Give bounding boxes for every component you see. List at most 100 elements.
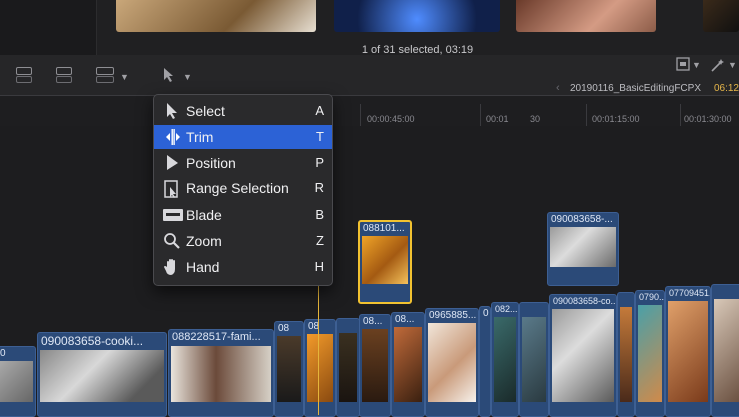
primary-clip[interactable]: 0 [479, 306, 491, 417]
menu-item-shortcut: B [315, 207, 324, 222]
connected-clip-selected[interactable]: 088101... [358, 220, 412, 304]
clip-thumbnail [307, 334, 333, 402]
clip-title: 090083658-co... [553, 296, 617, 306]
clip-title: 088101... [363, 223, 405, 234]
tool-menu: Select A Trim T Position P Range Selecti… [153, 94, 333, 286]
clip-thumbnail [40, 350, 164, 402]
tool-menu-item-range-selection[interactable]: Range Selection R [154, 176, 332, 200]
clip-thumbnail [171, 346, 271, 402]
arrow-pointer-icon [162, 102, 182, 120]
browser-thumb-4[interactable] [703, 0, 739, 32]
timeline-area[interactable]: 088101... 090083658-... 0 090083658-cook… [0, 126, 739, 417]
browser-thumb-3[interactable] [516, 0, 656, 32]
clip-thumbnail [0, 361, 33, 402]
effects-chevron-icon[interactable]: ▼ [728, 60, 737, 70]
clip-thumbnail [714, 299, 739, 402]
insert-clip-icon[interactable] [54, 65, 74, 83]
blade-icon [162, 206, 183, 224]
ruler-line [360, 104, 361, 126]
tool-menu-item-select[interactable]: Select A [154, 99, 332, 123]
tool-arrow-icon[interactable] [163, 67, 175, 83]
primary-clip[interactable]: 07709451... [665, 286, 711, 417]
clip-title: 07709451... [669, 288, 710, 298]
menu-item-label: Zoom [186, 233, 222, 249]
tool-menu-item-trim[interactable]: Trim T [154, 125, 332, 149]
trim-icon [162, 128, 182, 146]
clip-thumbnail [620, 307, 632, 402]
clip-title: 08... [395, 314, 415, 325]
timecode-display: 06:12 [713, 83, 739, 94]
clip-title: 08 [278, 323, 290, 334]
menu-item-shortcut: A [315, 103, 324, 118]
clip-thumbnail [277, 336, 301, 402]
clip-title: 0965885... [429, 310, 477, 321]
menu-item-shortcut: R [314, 180, 324, 195]
primary-clip[interactable]: 08... [359, 314, 391, 417]
effects-wand-icon[interactable] [710, 57, 726, 73]
primary-clip[interactable]: 088228517-fami... [168, 329, 274, 417]
tool-menu-item-zoom[interactable]: Zoom Z [154, 229, 332, 253]
primary-clip[interactable]: 0790... [635, 290, 665, 417]
primary-clip[interactable]: 0 [0, 346, 36, 417]
back-arrow-icon[interactable]: ‹ [556, 82, 560, 94]
menu-item-label: Position [186, 155, 236, 171]
primary-clip[interactable]: 08 [304, 319, 336, 417]
ruler-line [680, 104, 681, 126]
tool-menu-item-position[interactable]: Position P [154, 151, 332, 175]
tool-menu-item-hand[interactable]: Hand H [154, 255, 332, 279]
ruler-tick: 00:01:30:00 [684, 114, 732, 124]
edit-options-chevron-icon[interactable]: ▼ [120, 72, 129, 82]
primary-clip[interactable]: 082... [491, 302, 519, 417]
clip-thumbnail [522, 317, 546, 402]
ruler-line [586, 104, 587, 126]
primary-clip[interactable]: 0965885... [425, 308, 479, 417]
clip-thumbnail [550, 227, 616, 267]
menu-item-label: Trim [186, 129, 214, 145]
clip-thumbnail [339, 333, 357, 402]
primary-clip[interactable]: 090083658-co... [549, 294, 617, 417]
hand-icon [162, 258, 182, 276]
clip-thumbnail [428, 323, 476, 402]
menu-item-label: Range Selection [186, 180, 289, 196]
primary-clip[interactable] [519, 302, 549, 417]
ruler-tick: 00:00:45:00 [367, 114, 415, 124]
appearance-chevron-icon[interactable]: ▼ [692, 60, 701, 70]
project-name: 20190116_BasicEditingFCPX [569, 83, 701, 94]
menu-item-label: Select [186, 103, 225, 119]
ruler-tick: 30 [530, 114, 541, 124]
clip-thumbnail [362, 236, 408, 284]
primary-clip[interactable] [617, 292, 635, 417]
menu-item-shortcut: Z [316, 233, 324, 248]
menu-item-label: Hand [186, 259, 220, 275]
menu-item-shortcut: T [316, 129, 324, 144]
clip-title: 08... [363, 316, 383, 327]
primary-clip[interactable] [711, 284, 739, 417]
append-clip-icon[interactable] [94, 65, 114, 83]
primary-clip[interactable]: 090083658-cooki... [37, 332, 167, 417]
browser-thumb-1[interactable] [116, 0, 316, 32]
clip-title: 088228517-fami... [172, 331, 261, 343]
primary-clip[interactable]: 08 [274, 321, 304, 417]
magnifier-icon [162, 232, 182, 250]
clip-thumbnail [638, 305, 662, 402]
connected-clip[interactable]: 090083658-... [547, 212, 619, 286]
tool-menu-item-blade[interactable]: Blade B [154, 203, 332, 227]
timeline-ruler[interactable]: 00:00:45:00 00:01 30 00:01:15:00 00:01:3… [0, 96, 739, 126]
menu-item-shortcut: H [314, 259, 324, 274]
primary-clip[interactable] [336, 318, 360, 417]
menu-item-label: Blade [186, 207, 222, 223]
menu-item-shortcut: P [315, 155, 324, 170]
range-selection-icon [162, 179, 182, 198]
connect-clip-icon[interactable] [14, 65, 34, 83]
timeline-toolbar: ▼ ▼ ‹ 20190116_BasicEditingFCPX 06:12 ▼ … [0, 55, 739, 96]
ruler-line [480, 104, 481, 126]
clip-appearance-icon[interactable] [676, 57, 690, 71]
position-arrow-icon [162, 154, 182, 172]
browser-thumb-2[interactable] [334, 0, 500, 32]
tool-menu-chevron-icon[interactable]: ▼ [183, 72, 192, 82]
clip-title: 082... [495, 304, 518, 314]
primary-clip[interactable]: 08... [391, 312, 425, 417]
clip-title: 0 [483, 308, 489, 319]
clip-title: 0790... [639, 292, 665, 302]
clip-thumbnail [362, 329, 388, 402]
